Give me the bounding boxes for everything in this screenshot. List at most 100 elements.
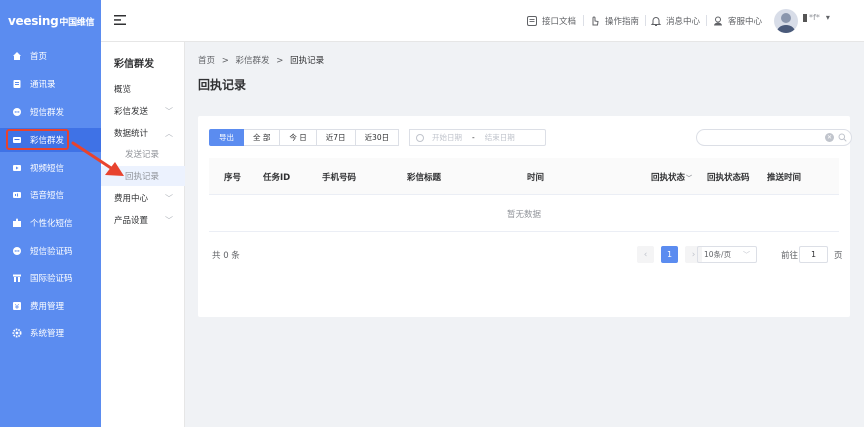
search-input[interactable]: ✕ <box>696 129 852 146</box>
submenu-item-label: 费用中心 <box>114 194 149 204</box>
submenu-item-fee-center[interactable]: 费用中心 ﹀ <box>101 188 185 208</box>
sidebar-item-voice-sms[interactable]: 语音短信 <box>0 183 101 207</box>
sidebar-item-intl-code[interactable]: 国际验证码 <box>0 266 101 290</box>
submenu-item-label: 概览 <box>114 85 132 95</box>
start-date-input[interactable]: 开始日期 <box>432 132 462 143</box>
chevron-down-icon: ﹀ <box>165 215 173 225</box>
filter-all-button[interactable]: 全 部 <box>244 129 281 146</box>
date-range-separator: - <box>472 133 475 142</box>
logo-sub-text: 中国维信 <box>59 17 95 28</box>
document-icon <box>525 14 539 28</box>
sidebar-item-label: 国际验证码 <box>30 274 73 284</box>
submenu-item-label: 回执记录 <box>125 172 160 182</box>
export-button[interactable]: 导出 <box>209 129 244 146</box>
table-empty-text: 暂无数据 <box>209 196 839 232</box>
chat-bubble-icon <box>10 105 24 119</box>
submenu-item-send-records[interactable]: 发送记录 <box>101 144 185 164</box>
goto-label: 前往 <box>781 251 799 261</box>
search-icon[interactable] <box>838 133 847 145</box>
submenu-item-label: 数据统计 <box>114 129 149 139</box>
sidebar-item-sms-bulk[interactable]: 短信群发 <box>0 100 101 124</box>
home-icon <box>10 49 24 63</box>
sidebar-item-label: 通讯录 <box>30 80 56 90</box>
sidebar-item-personalized-sms[interactable]: 个性化短信 <box>0 211 101 235</box>
hand-pointer-icon <box>588 14 602 28</box>
brand-logo[interactable]: veesing 中国维信 <box>0 0 101 42</box>
sidebar-item-system[interactable]: 系统管理 <box>0 321 101 345</box>
clock-icon <box>416 133 424 142</box>
column-header-label: 回执状态 <box>651 173 686 183</box>
page-unit-label: 页 <box>834 251 843 261</box>
api-docs-link[interactable]: 接口文档 <box>525 12 576 29</box>
sub-menu: 彩信群发 概览 彩信发送 ﹀ 数据统计 ︿ 发送记录 回执记录 费用中心 ﹀ 产… <box>101 42 185 427</box>
date-filter-group: 导出 全 部 今 日 近7日 近30日 <box>209 129 400 146</box>
sort-caret-icon: ﹀ <box>686 175 693 182</box>
breadcrumb: 首页 > 彩信群发 > 回执记录 <box>198 54 324 66</box>
customer-service-link[interactable]: 客服中心 <box>711 12 762 29</box>
chevron-down-icon: ﹀ <box>165 106 173 116</box>
top-bar: 接口文档 操作指南 消息中心 客服中心 *f* ▾ <box>101 0 864 42</box>
message-center-link[interactable]: 消息中心 <box>649 12 700 29</box>
column-header-mms-title: 彩信标题 <box>407 173 442 183</box>
submenu-item-statistics[interactable]: 数据统计 ︿ <box>101 123 185 143</box>
sidebar-item-label: 个性化短信 <box>30 219 73 229</box>
user-name-dropdown[interactable]: *f* ▾ <box>803 13 830 22</box>
filter-today-button[interactable]: 今 日 <box>280 129 317 146</box>
prev-page-button[interactable]: ‹ <box>637 246 654 263</box>
submenu-item-label: 产品设置 <box>114 216 149 226</box>
breadcrumb-separator: > <box>276 56 284 66</box>
globe-building-icon <box>10 271 24 285</box>
submenu-item-overview[interactable]: 概览 <box>101 79 185 99</box>
breadcrumb-separator: > <box>221 56 229 66</box>
filter-7days-button[interactable]: 近7日 <box>316 129 356 146</box>
sidebar-item-label: 首页 <box>30 52 48 62</box>
sidebar-item-contacts[interactable]: 通讯录 <box>0 72 101 96</box>
sidebar-item-billing[interactable]: ¥ 费用管理 <box>0 294 101 318</box>
column-header-receipt-status[interactable]: 回执状态﹀ <box>651 171 692 183</box>
chevron-down-icon: ﹀ <box>165 193 173 203</box>
sidebar: veesing 中国维信 首页 通讯录 短信群发 彩信群发 视频短信 语音短信 个… <box>0 0 101 427</box>
clear-icon[interactable]: ✕ <box>825 133 834 142</box>
sidebar-item-label: 系统管理 <box>30 329 65 339</box>
submenu-title: 彩信群发 <box>114 59 154 70</box>
sidebar-item-label: 短信验证码 <box>30 247 73 257</box>
sidebar-item-home[interactable]: 首页 <box>0 44 101 68</box>
page-number-button[interactable]: 1 <box>661 246 678 263</box>
sidebar-item-label: 短信群发 <box>30 108 65 118</box>
submenu-item-receipt-records[interactable]: 回执记录 <box>101 166 185 186</box>
menu-toggle-icon[interactable] <box>113 13 127 27</box>
end-date-input[interactable]: 结束日期 <box>485 132 515 143</box>
caret-down-icon: ▾ <box>825 13 830 22</box>
user-name: *f* <box>809 13 820 22</box>
user-guide-link[interactable]: 操作指南 <box>588 12 639 29</box>
voice-message-icon <box>10 188 24 202</box>
divider <box>645 15 646 26</box>
filter-30days-button[interactable]: 近30日 <box>355 129 400 146</box>
logo-main-text: veesing <box>8 14 59 28</box>
submenu-item-label: 彩信发送 <box>114 107 149 117</box>
page-title: 回执记录 <box>198 78 247 92</box>
address-book-icon <box>10 77 24 91</box>
page-size-select[interactable]: 10条/页 ﹀ <box>697 246 757 263</box>
column-header-push-time: 推送时间 <box>767 173 802 183</box>
chevron-up-icon: ︿ <box>165 128 173 138</box>
submenu-item-product-settings[interactable]: 产品设置 ﹀ <box>101 210 185 230</box>
submenu-item-mms-send[interactable]: 彩信发送 ﹀ <box>101 101 185 121</box>
api-docs-label: 接口文档 <box>542 16 577 27</box>
divider <box>583 15 584 26</box>
customer-service-label: 客服中心 <box>728 16 763 27</box>
user-badge-icon <box>803 13 807 22</box>
annotation-highlight-box <box>6 129 69 150</box>
svg-text:¥: ¥ <box>15 303 20 311</box>
sidebar-item-label: 语音短信 <box>30 191 65 201</box>
goto-page-input[interactable]: 1 <box>799 246 828 263</box>
breadcrumb-item-home[interactable]: 首页 <box>198 56 215 66</box>
chat-code-icon <box>10 244 24 258</box>
avatar[interactable] <box>774 9 798 33</box>
sidebar-item-sms-code[interactable]: 短信验证码 <box>0 239 101 263</box>
breadcrumb-item-mms[interactable]: 彩信群发 <box>236 56 270 66</box>
video-message-icon <box>10 161 24 175</box>
user-guide-label: 操作指南 <box>605 16 640 27</box>
sidebar-item-video-sms[interactable]: 视频短信 <box>0 156 101 180</box>
date-range-picker[interactable]: 开始日期 - 结束日期 <box>409 129 546 146</box>
